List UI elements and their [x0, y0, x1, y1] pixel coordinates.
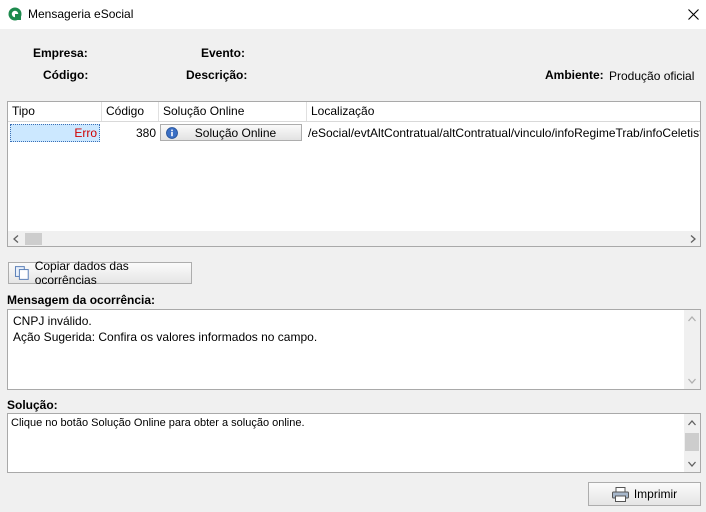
- cell-codigo[interactable]: 380: [104, 124, 158, 142]
- copy-icon: [14, 266, 29, 280]
- column-header-tipo[interactable]: Tipo: [8, 102, 102, 121]
- scroll-thumb[interactable]: [25, 233, 42, 245]
- solucao-label: Solução:: [7, 398, 58, 412]
- scroll-right-arrow[interactable]: [685, 231, 700, 246]
- solucao-vertical-scrollbar[interactable]: [684, 414, 700, 472]
- window-title: Mensageria eSocial: [28, 7, 134, 21]
- evento-label: Evento:: [201, 46, 246, 60]
- copiar-dados-button[interactable]: Copiar dados das ocorrências: [8, 259, 192, 287]
- imprimir-label: Imprimir: [633, 487, 678, 501]
- occurrences-grid: Tipo Código Solução Online Localização E…: [7, 101, 701, 247]
- close-button[interactable]: [680, 2, 706, 26]
- descricao-label: Descrição:: [186, 68, 248, 82]
- chevron-left-icon: [12, 234, 18, 243]
- horizontal-scrollbar[interactable]: [8, 231, 700, 246]
- cell-tipo[interactable]: Erro: [10, 124, 100, 142]
- copiar-dados-label: Copiar dados das ocorrências: [34, 259, 129, 287]
- printer-icon: [611, 486, 629, 502]
- mensagem-textbox[interactable]: CNPJ inválido. Ação Sugerida: Confira os…: [7, 309, 701, 390]
- cell-localizacao[interactable]: /eSocial/evtAltContratual/altContratual/…: [308, 124, 700, 142]
- table-row[interactable]: Erro 380 Solução Online /eSocial/evtAltC…: [8, 122, 700, 144]
- codigo-label: Código:: [43, 68, 89, 82]
- imprimir-button[interactable]: Imprimir: [588, 482, 701, 506]
- ambiente-label: Ambiente:: [545, 68, 604, 82]
- chevron-right-icon: [690, 234, 696, 243]
- column-header-localizacao[interactable]: Localização: [307, 102, 700, 121]
- scroll-down-arrow[interactable]: [684, 373, 699, 388]
- info-icon: [166, 126, 178, 139]
- mensagem-vertical-scrollbar[interactable]: [684, 310, 700, 389]
- solucao-textbox[interactable]: Clique no botão Solução Online para obte…: [7, 413, 701, 473]
- grid-header: Tipo Código Solução Online Localização: [8, 102, 700, 122]
- solucao-online-button[interactable]: Solução Online: [160, 124, 302, 141]
- mensagem-line: CNPJ inválido.: [13, 314, 92, 328]
- scroll-up-arrow[interactable]: [684, 311, 699, 326]
- scroll-left-arrow[interactable]: [8, 231, 23, 246]
- scroll-down-arrow[interactable]: [684, 456, 699, 471]
- chevron-up-icon: [687, 419, 696, 425]
- chevron-up-icon: [687, 315, 696, 321]
- chevron-down-icon: [687, 378, 696, 384]
- close-icon: [687, 8, 699, 20]
- mensagem-line: Ação Sugerida: Confira os valores inform…: [13, 330, 318, 344]
- scroll-thumb[interactable]: [685, 433, 699, 451]
- chevron-down-icon: [687, 461, 696, 467]
- solucao-online-label: Solução Online: [194, 125, 277, 140]
- mensagem-label: Mensagem da ocorrência:: [7, 293, 156, 307]
- column-header-solucao[interactable]: Solução Online: [159, 102, 307, 121]
- app-logo-icon: [8, 7, 22, 21]
- ambiente-value: Produção oficial: [609, 69, 695, 83]
- empresa-label: Empresa:: [33, 46, 88, 60]
- solucao-text: Clique no botão Solução Online para obte…: [11, 417, 305, 429]
- column-header-codigo[interactable]: Código: [102, 102, 159, 121]
- title-bar: Mensageria eSocial: [0, 0, 706, 29]
- scroll-up-arrow[interactable]: [684, 415, 699, 430]
